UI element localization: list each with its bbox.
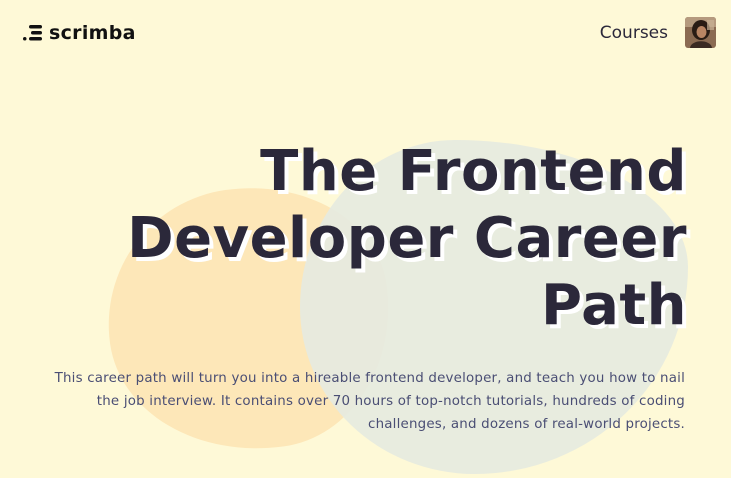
hero-title-line: Path	[541, 273, 687, 338]
nav-courses-link[interactable]: Courses	[600, 22, 668, 44]
hero-title-line: Developer Career	[127, 206, 687, 271]
scrimba-logo-icon	[23, 25, 42, 41]
hero-title-line: The Frontend	[260, 139, 687, 204]
logo-link[interactable]: scrimba	[22, 21, 136, 45]
hero-title: The Frontend Developer Career Path	[87, 138, 687, 339]
avatar-image	[685, 17, 716, 48]
user-avatar[interactable]	[685, 17, 716, 48]
site-header: scrimba Courses	[0, 0, 731, 66]
logo-text: scrimba	[49, 22, 136, 44]
hero-description: This career path will turn you into a hi…	[54, 371, 685, 432]
